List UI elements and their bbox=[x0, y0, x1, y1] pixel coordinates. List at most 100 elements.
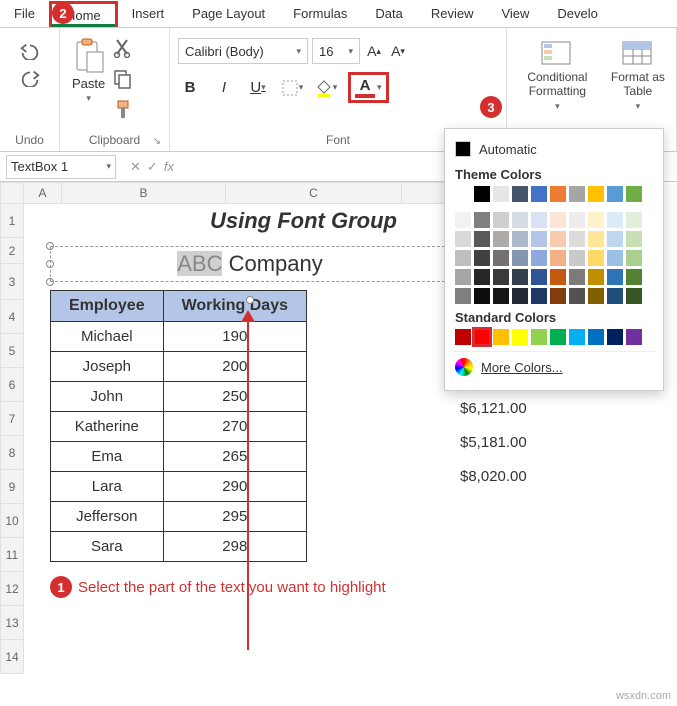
color-swatch[interactable] bbox=[550, 212, 566, 228]
menu-insert[interactable]: Insert bbox=[118, 2, 179, 25]
color-swatch[interactable] bbox=[569, 288, 585, 304]
row-header-4[interactable]: 4 bbox=[0, 300, 24, 334]
row-header-3[interactable]: 3 bbox=[0, 264, 24, 300]
color-swatch[interactable] bbox=[607, 231, 623, 247]
color-swatch[interactable] bbox=[550, 269, 566, 285]
font-size-select[interactable]: 16▾ bbox=[312, 38, 360, 64]
cell-employee[interactable]: John bbox=[51, 382, 164, 412]
font-name-select[interactable]: Calibri (Body)▾ bbox=[178, 38, 308, 64]
menu-developer[interactable]: Develo bbox=[543, 2, 611, 25]
row-header-12[interactable]: 12 bbox=[0, 572, 24, 606]
cell-employee[interactable]: Lara bbox=[51, 472, 164, 502]
decrease-font-icon[interactable]: A▾ bbox=[388, 41, 408, 61]
format-as-table-button[interactable]: Format as Table▾ bbox=[608, 40, 668, 112]
color-swatch[interactable] bbox=[626, 269, 642, 285]
select-all-corner[interactable] bbox=[0, 182, 24, 204]
undo-icon[interactable] bbox=[19, 42, 41, 63]
cell-days[interactable]: 295 bbox=[163, 502, 306, 532]
row-header-10[interactable]: 10 bbox=[0, 504, 24, 538]
cell-employee[interactable]: Michael bbox=[51, 322, 164, 352]
color-swatch[interactable] bbox=[455, 250, 471, 266]
more-colors[interactable]: More Colors... bbox=[453, 351, 655, 382]
color-swatch[interactable] bbox=[512, 250, 528, 266]
color-swatch[interactable] bbox=[474, 269, 490, 285]
color-swatch[interactable] bbox=[569, 186, 585, 202]
italic-button[interactable]: I bbox=[212, 76, 236, 100]
color-swatch[interactable] bbox=[531, 250, 547, 266]
col-header-a[interactable]: A bbox=[24, 182, 62, 204]
color-swatch[interactable] bbox=[569, 231, 585, 247]
name-box[interactable]: TextBox 1▾ bbox=[6, 155, 116, 179]
color-swatch[interactable] bbox=[626, 231, 642, 247]
color-swatch[interactable] bbox=[588, 231, 604, 247]
cell-employee[interactable]: Joseph bbox=[51, 352, 164, 382]
color-swatch[interactable] bbox=[607, 329, 623, 345]
color-swatch[interactable] bbox=[474, 250, 490, 266]
bold-button[interactable]: B bbox=[178, 76, 202, 100]
color-swatch[interactable] bbox=[531, 231, 547, 247]
color-swatch[interactable] bbox=[512, 186, 528, 202]
color-swatch[interactable] bbox=[588, 269, 604, 285]
color-swatch[interactable] bbox=[607, 212, 623, 228]
color-swatch[interactable] bbox=[512, 329, 528, 345]
color-swatch[interactable] bbox=[455, 269, 471, 285]
color-swatch[interactable] bbox=[493, 186, 509, 202]
enter-icon[interactable]: ✓ bbox=[147, 159, 158, 175]
color-swatch[interactable] bbox=[493, 269, 509, 285]
color-swatch[interactable] bbox=[550, 329, 566, 345]
textbox-text[interactable]: ABC Company bbox=[71, 251, 429, 277]
font-color-button[interactable]: A ▾ bbox=[348, 72, 389, 103]
color-swatch[interactable] bbox=[531, 269, 547, 285]
row-header-13[interactable]: 13 bbox=[0, 606, 24, 640]
chevron-down-icon[interactable]: ▾ bbox=[377, 82, 382, 93]
row-header-14[interactable]: 14 bbox=[0, 640, 24, 674]
dialog-launcher-icon[interactable]: ↘ bbox=[153, 136, 161, 147]
cell-days[interactable]: 290 bbox=[163, 472, 306, 502]
row-header-5[interactable]: 5 bbox=[0, 334, 24, 368]
increase-font-icon[interactable]: A▴ bbox=[364, 41, 384, 61]
color-swatch[interactable] bbox=[493, 288, 509, 304]
color-swatch[interactable] bbox=[588, 212, 604, 228]
col-header-b[interactable]: B bbox=[62, 182, 226, 204]
color-swatch[interactable] bbox=[569, 329, 585, 345]
row-header-6[interactable]: 6 bbox=[0, 368, 24, 402]
cell-employee[interactable]: Jefferson bbox=[51, 502, 164, 532]
cell-days[interactable]: 200 bbox=[163, 352, 306, 382]
textbox[interactable]: ABC Company bbox=[50, 246, 450, 282]
cell-days[interactable]: 270 bbox=[163, 412, 306, 442]
color-swatch[interactable] bbox=[531, 288, 547, 304]
menu-data[interactable]: Data bbox=[361, 2, 416, 25]
menu-view[interactable]: View bbox=[487, 2, 543, 25]
fill-color-button[interactable]: ▾ bbox=[314, 76, 338, 100]
color-swatch[interactable] bbox=[531, 186, 547, 202]
row-header-2[interactable]: 2 bbox=[0, 238, 24, 264]
menu-formulas[interactable]: Formulas bbox=[279, 2, 361, 25]
underline-button[interactable]: U ▾ bbox=[246, 76, 270, 100]
redo-icon[interactable] bbox=[19, 69, 41, 90]
color-swatch[interactable] bbox=[588, 250, 604, 266]
color-swatch[interactable] bbox=[550, 250, 566, 266]
color-swatch[interactable] bbox=[550, 231, 566, 247]
color-swatch[interactable] bbox=[493, 329, 509, 345]
conditional-formatting-button[interactable]: Conditional Formatting▾ bbox=[515, 40, 600, 112]
cell-salary[interactable]: $5,181.00 bbox=[440, 425, 527, 459]
cut-icon[interactable] bbox=[113, 38, 133, 61]
copy-icon[interactable] bbox=[113, 69, 133, 92]
fx-icon[interactable]: fx bbox=[164, 159, 174, 174]
row-header-9[interactable]: 9 bbox=[0, 470, 24, 504]
color-swatch[interactable] bbox=[569, 212, 585, 228]
cell-days[interactable]: 298 bbox=[163, 532, 306, 562]
cell-days[interactable]: 190 bbox=[163, 322, 306, 352]
color-swatch[interactable] bbox=[607, 186, 623, 202]
color-swatch[interactable] bbox=[474, 212, 490, 228]
row-header-7[interactable]: 7 bbox=[0, 402, 24, 436]
color-swatch[interactable] bbox=[455, 329, 471, 345]
color-swatch[interactable] bbox=[626, 329, 642, 345]
color-swatch[interactable] bbox=[455, 186, 471, 202]
color-swatch[interactable] bbox=[569, 250, 585, 266]
automatic-color[interactable]: Automatic bbox=[453, 137, 655, 161]
color-swatch[interactable] bbox=[607, 288, 623, 304]
menu-file[interactable]: File bbox=[0, 2, 49, 25]
menu-review[interactable]: Review bbox=[417, 2, 488, 25]
color-swatch[interactable] bbox=[626, 288, 642, 304]
